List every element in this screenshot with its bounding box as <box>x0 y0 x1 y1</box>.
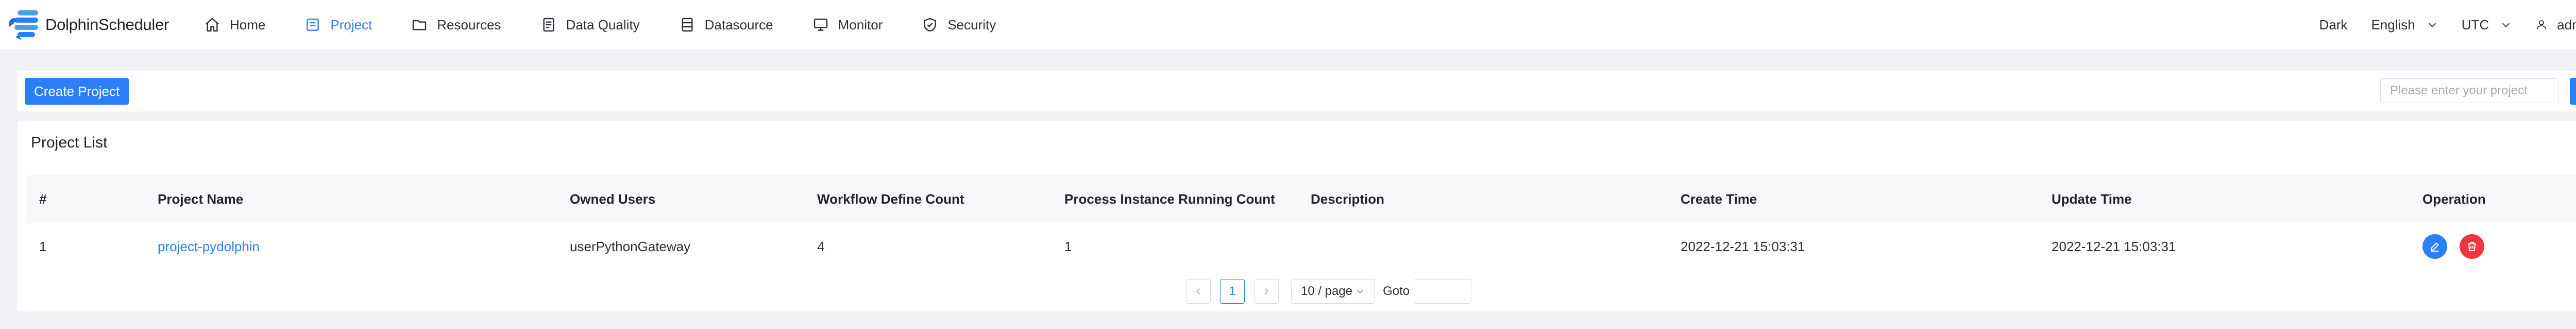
search-button[interactable] <box>2570 78 2576 105</box>
home-icon <box>206 18 219 32</box>
chevron-right-icon <box>1265 288 1269 294</box>
nav-item-monitor[interactable]: Monitor <box>812 0 883 50</box>
database-icon <box>682 18 693 32</box>
row-index: 1 <box>39 239 47 254</box>
column-header: Operation <box>2422 191 2486 207</box>
search-input[interactable] <box>2380 78 2558 103</box>
edit-icon <box>2431 242 2439 252</box>
trash-icon <box>2468 242 2476 251</box>
nav-label: Home <box>230 17 266 32</box>
project-name-link[interactable]: project-pydolphin <box>158 223 260 270</box>
monitor-icon <box>814 19 827 31</box>
chevron-down-icon <box>2502 23 2510 27</box>
header-right: Dark English UTC admin <box>2319 0 2576 50</box>
timezone-select[interactable]: UTC <box>2462 17 2512 33</box>
column-header: Description <box>1311 191 1385 207</box>
column-header: Owned Users <box>570 191 656 207</box>
workflow-define-count: 4 <box>817 239 825 254</box>
card-title: Project List <box>31 134 108 151</box>
user-name: admin <box>2557 17 2576 32</box>
nav-item-home[interactable]: Home <box>204 0 265 50</box>
dolphin-logo-icon <box>9 10 38 40</box>
project-toolbar: Create Project <box>18 71 2576 111</box>
nav-label: Security <box>947 17 996 32</box>
nav-item-resources[interactable]: Resources <box>411 0 501 50</box>
goto-label: Goto <box>1383 284 1410 298</box>
folder-icon <box>413 20 427 30</box>
process-instance-running-count: 1 <box>1064 239 1072 254</box>
nav-label: Project <box>330 17 372 32</box>
user-icon <box>2537 20 2547 30</box>
language-label: English <box>2371 17 2415 32</box>
chevron-left-icon <box>1196 288 1200 294</box>
theme-toggle[interactable]: Dark <box>2319 17 2348 33</box>
app-name: DolphinScheduler <box>45 15 169 34</box>
nav-label: Data Quality <box>566 17 640 32</box>
column-header: Create Time <box>1681 191 1757 207</box>
nav-label: Resources <box>437 17 501 32</box>
nav-label: Datasource <box>704 17 773 32</box>
update-time: 2022-12-21 15:03:31 <box>2052 239 2176 254</box>
page-number[interactable]: 1 <box>1220 279 1245 304</box>
column-header: Process Instance Running Count <box>1064 191 1275 207</box>
column-header: Project Name <box>158 191 244 207</box>
project-icon <box>307 19 319 31</box>
data-quality-icon <box>543 18 554 32</box>
pagination: 1 10 / page Goto <box>1186 277 1472 305</box>
delete-button[interactable] <box>2460 234 2484 259</box>
shield-icon <box>924 18 937 32</box>
create-project-button[interactable]: Create Project <box>25 78 129 105</box>
nav-label: Monitor <box>838 17 883 32</box>
owned-users: userPythonGateway <box>570 239 691 254</box>
create-time: 2022-12-21 15:03:31 <box>1681 239 1805 254</box>
nav-item-datasource[interactable]: Datasource <box>679 0 773 50</box>
page-size-label: 10 / page <box>1301 284 1353 298</box>
goto-page-input[interactable] <box>1414 279 1472 304</box>
table-header: # Project Name Owned Users Workflow Defi… <box>26 175 2576 223</box>
page-size-select[interactable]: 10 / page <box>1291 279 1375 304</box>
edit-button[interactable] <box>2422 234 2447 259</box>
nav-item-security[interactable]: Security <box>922 0 996 50</box>
theme-label: Dark <box>2319 17 2348 32</box>
nav-item-data-quality[interactable]: Data Quality <box>540 0 640 50</box>
language-select[interactable]: English <box>2371 17 2437 33</box>
top-header: DolphinScheduler Home Project Resources … <box>0 0 2576 50</box>
prev-page-button[interactable] <box>1186 279 1211 304</box>
chevron-down-icon <box>2428 23 2436 27</box>
next-page-button[interactable] <box>1254 279 1279 304</box>
table-row: 1 project-pydolphin userPythonGateway 4 … <box>26 223 2576 270</box>
nav-item-project[interactable]: Project <box>304 0 372 50</box>
user-menu[interactable]: admin <box>2535 17 2576 33</box>
timezone-label: UTC <box>2461 17 2489 32</box>
main-nav: Home Project Resources Data Quality Data… <box>204 0 1035 50</box>
column-header: Update Time <box>2052 191 2132 207</box>
project-list-card: Project List # Project Name Owned Users … <box>18 121 2576 311</box>
app-logo[interactable]: DolphinScheduler <box>6 6 169 43</box>
column-header: Workflow Define Count <box>817 191 964 207</box>
chevron-down-icon <box>1357 290 1363 294</box>
column-header: # <box>39 191 47 207</box>
